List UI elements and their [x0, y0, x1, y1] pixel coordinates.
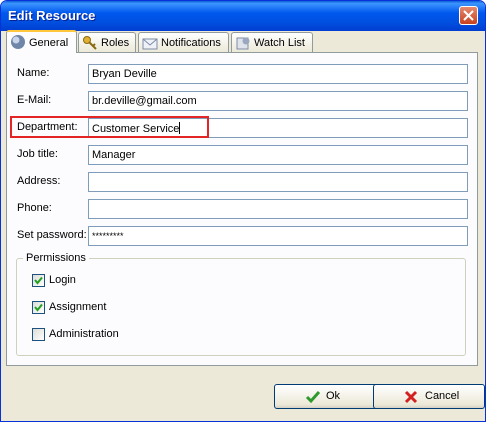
ok-label: Ok — [326, 390, 341, 402]
title-bar[interactable]: Edit Resource — [1, 1, 485, 31]
phone-label: Phone: — [17, 202, 52, 214]
close-button[interactable] — [459, 6, 478, 25]
check-icon — [305, 391, 321, 404]
administration-label: Administration — [49, 328, 119, 340]
password-label: Set password: — [17, 229, 87, 241]
login-checkbox[interactable] — [32, 274, 45, 287]
tab-notifications[interactable]: Notifications — [138, 32, 229, 52]
checkmark-icon — [34, 276, 43, 285]
cancel-label: Cancel — [425, 390, 460, 402]
password-field[interactable]: ********* — [88, 226, 468, 246]
ok-button[interactable]: Ok — [274, 384, 386, 409]
cancel-x-icon — [404, 390, 418, 404]
tab-general[interactable]: General — [6, 30, 77, 53]
watch-list-icon — [236, 37, 250, 50]
globe-icon — [11, 35, 25, 49]
window-title: Edit Resource — [8, 8, 96, 23]
address-label: Address: — [17, 175, 61, 187]
envelope-icon — [142, 38, 158, 50]
cancel-button[interactable]: Cancel — [373, 384, 485, 409]
email-label: E-Mail: — [17, 94, 52, 106]
assignment-label: Assignment — [49, 301, 107, 313]
email-field[interactable]: br.deville@gmail.com — [88, 91, 468, 111]
name-field[interactable]: Bryan Deville — [88, 64, 468, 84]
tab-roles[interactable]: Roles — [78, 32, 136, 52]
address-field[interactable] — [88, 172, 468, 192]
close-icon — [463, 10, 474, 21]
checkmark-icon — [34, 303, 43, 312]
tab-watch-list[interactable]: Watch List — [231, 32, 313, 52]
tab-general-label: General — [29, 37, 69, 49]
administration-checkbox[interactable] — [32, 328, 45, 341]
name-label: Name: — [17, 67, 50, 79]
department-highlight-box — [10, 116, 209, 138]
phone-field[interactable] — [88, 199, 468, 219]
tab-watch-list-label: Watch List — [254, 37, 305, 49]
login-label: Login — [49, 274, 76, 286]
edit-resource-dialog: Edit Resource General Roles Notification… — [0, 0, 486, 422]
job-title-label: Job title: — [17, 148, 58, 160]
permissions-title: Permissions — [23, 252, 89, 264]
tab-notifications-label: Notifications — [161, 37, 221, 49]
job-title-field[interactable]: Manager — [88, 145, 468, 165]
assignment-checkbox[interactable] — [32, 301, 45, 314]
tab-roles-label: Roles — [101, 37, 130, 49]
keys-icon — [83, 36, 97, 50]
